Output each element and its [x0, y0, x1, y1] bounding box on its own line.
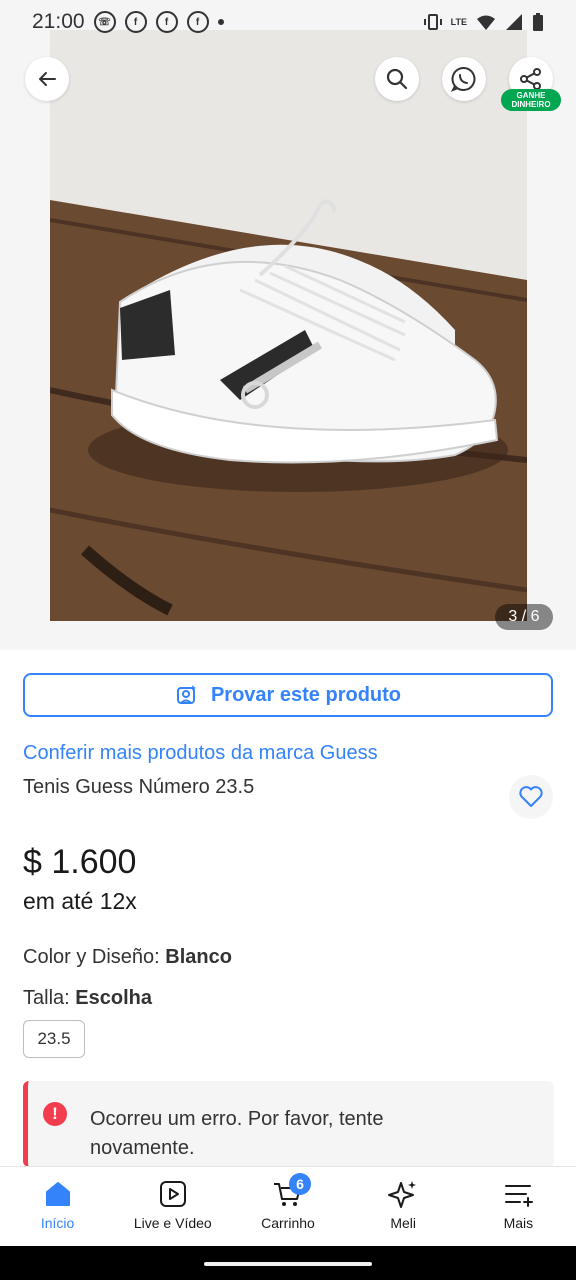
nav-live-video[interactable]: Live e Vídeo: [118, 1167, 228, 1247]
product-title: Tenis Guess Número 23.5: [23, 776, 255, 798]
dot-icon: [217, 19, 224, 25]
nav-more-label: Mais: [503, 1215, 534, 1231]
nav-home[interactable]: Início: [3, 1167, 113, 1247]
error-icon: !: [43, 1102, 67, 1126]
image-counter: 3 / 6: [495, 604, 553, 630]
home-icon: [45, 1182, 70, 1206]
back-button[interactable]: [25, 57, 69, 101]
search-button[interactable]: [375, 57, 419, 101]
whatsapp-icon: ☏: [93, 11, 116, 33]
lte-label: LTE: [450, 17, 467, 27]
status-time: 21:00: [32, 10, 85, 33]
size-option[interactable]: 23.5: [23, 1020, 85, 1058]
nav-cart[interactable]: 6 Carrinho: [233, 1167, 343, 1247]
whatsapp-button[interactable]: [442, 57, 486, 101]
video-icon: [159, 1181, 186, 1207]
cart-count-badge: 6: [288, 1173, 311, 1195]
nav-live-video-label: Live e Vídeo: [133, 1215, 212, 1231]
menu-icon: [505, 1185, 534, 1207]
installments-text: em até 12x: [23, 888, 137, 914]
vibrate-icon: [423, 14, 442, 30]
product-gallery[interactable]: GANHE DINHEIRO 3 / 6: [0, 0, 576, 650]
home-indicator[interactable]: [204, 1262, 372, 1266]
try-on-icon: [176, 685, 196, 704]
nav-more[interactable]: Mais: [463, 1167, 573, 1247]
try-product-label: Provar este produto: [210, 683, 402, 706]
product-photo[interactable]: [50, 30, 527, 621]
color-label: Color y Diseño:: [23, 946, 160, 968]
whatsapp-icon: [450, 66, 476, 92]
facebook-icon: f: [124, 11, 147, 33]
error-message: Ocorreu um erro. Por favor, tente novame…: [90, 1108, 384, 1159]
nav-meli-label: Meli: [390, 1215, 416, 1231]
battery-icon: [533, 13, 543, 31]
arrow-left-icon: [39, 72, 56, 86]
size-selector: Talla: Escolha: [23, 987, 152, 1010]
bottom-navigation: Início Live e Vídeo 6 Carrinho Meli Mais: [0, 1166, 576, 1247]
earn-money-badge[interactable]: GANHE DINHEIRO: [501, 89, 561, 111]
system-navigation-bar: [0, 1246, 576, 1280]
search-icon: [386, 68, 408, 90]
product-price: $ 1.600: [23, 843, 137, 881]
nav-cart-label: Carrinho: [261, 1215, 315, 1231]
size-value: Escolha: [75, 987, 152, 1009]
heart-icon: [519, 786, 543, 807]
favorite-button[interactable]: [509, 775, 553, 819]
status-bar: 21:00 ☏ f f f LTE: [0, 0, 576, 44]
try-product-button[interactable]: Provar este produto: [23, 673, 553, 717]
wifi-icon: [477, 15, 495, 30]
color-selector: Color y Diseño: Blanco: [23, 946, 232, 969]
sparkle-icon: [388, 1181, 417, 1208]
color-value: Blanco: [165, 946, 232, 968]
nav-meli[interactable]: Meli: [348, 1167, 458, 1247]
nav-home-label: Início: [40, 1215, 75, 1231]
facebook-icon: f: [186, 11, 209, 33]
facebook-icon: f: [155, 11, 178, 33]
size-label: Talla:: [23, 987, 70, 1009]
brand-products-link[interactable]: Conferir mais produtos da marca Guess: [23, 742, 378, 765]
signal-icon: [506, 14, 522, 30]
sneaker-image: [50, 30, 527, 621]
